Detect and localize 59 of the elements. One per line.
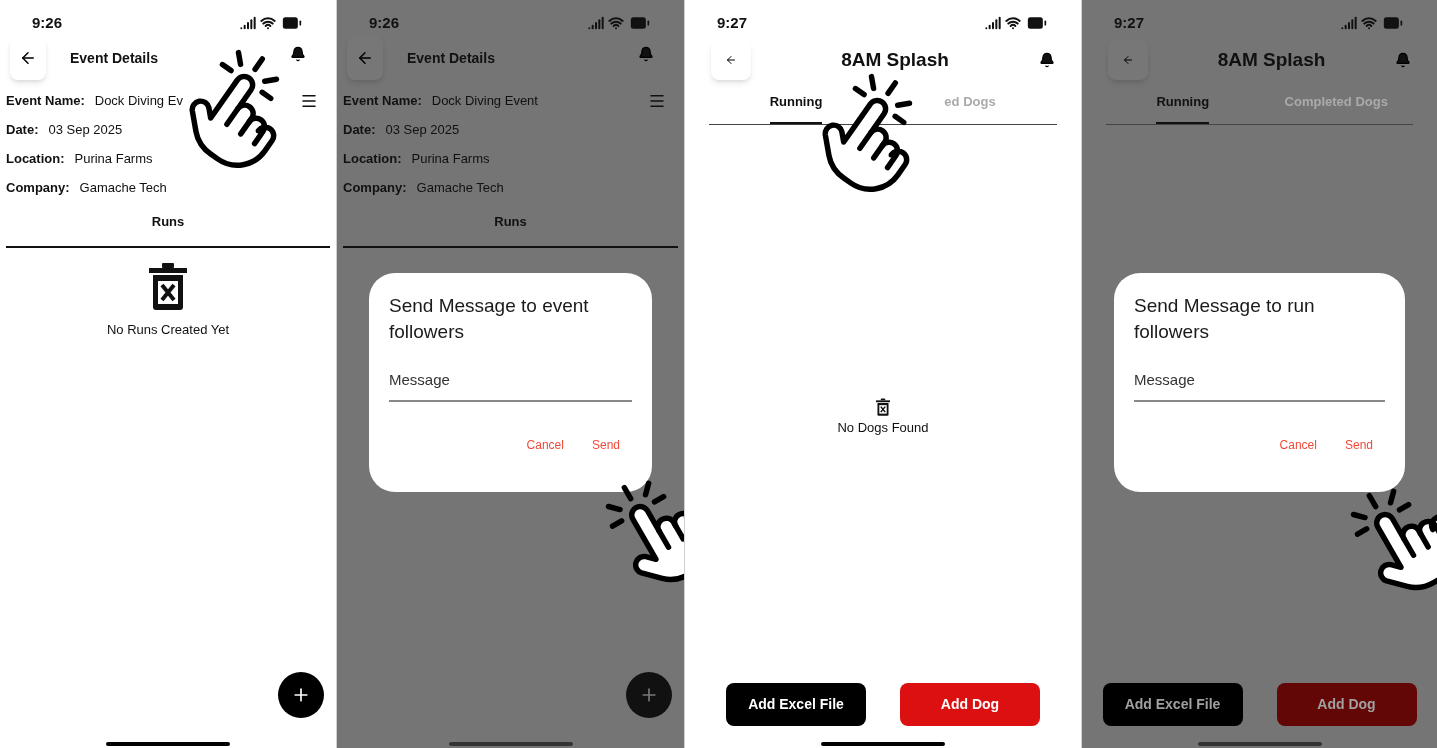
screen-title: Event Details [70,48,158,68]
trash-icon [149,261,187,310]
dialog-action[interactable]: Send [591,435,620,454]
tab[interactable]: Running [769,92,823,124]
status-time: 9:26 [369,12,400,33]
field-label: Date: [6,120,39,139]
screen-title: 8AM Splash [840,47,950,72]
action-button[interactable]: Add Dog [900,683,1040,726]
signal-icon [240,15,256,31]
runs-tab[interactable]: Runs [151,212,185,232]
field-label: Company: [6,178,70,197]
field-label: Event Name: [343,91,422,110]
trash-icon [876,397,890,416]
field-value: Purina Farms [74,149,153,168]
wifi-icon [260,15,276,31]
dialog-action[interactable]: Cancel [526,435,564,454]
field-value: 03 Sep 2025 [385,120,460,139]
message-field[interactable]: Message [1134,369,1385,402]
field-value: Purina Farms [411,149,490,168]
signal-icon [985,15,1001,31]
action-button[interactable]: Add Dog [1276,683,1417,726]
runs-tab[interactable]: Runs [494,212,527,232]
field-label: Event Name: [6,91,85,110]
field-label: Location: [343,149,402,168]
tab[interactable]: ed Dogs [944,92,996,124]
screen-title: Event Details [407,48,495,68]
empty-message: No Dogs Found [837,418,929,437]
status-time: 9:26 [32,12,63,33]
field-label: Date: [343,120,376,139]
field-value: Gamache Tech [416,178,504,197]
add-button[interactable] [278,672,324,718]
action-button[interactable]: Add Excel File [1102,683,1243,726]
signal-icon [1341,15,1357,31]
status-time: 9:27 [717,12,748,33]
field-label: Location: [6,149,65,168]
field-value: 03 Sep 2025 [48,120,123,139]
screen-title: 8AM Splash [1216,47,1327,72]
wifi-icon [1361,15,1377,31]
back-arrow-icon [1122,54,1134,66]
tab[interactable]: Running [1156,92,1210,124]
back-arrow-icon [725,54,737,66]
action-button[interactable]: Add Excel File [726,683,866,726]
status-time: 9:27 [1114,12,1145,33]
signal-icon [588,15,604,31]
wifi-icon [1005,15,1021,31]
dialog-title: Send Message to run followers [1134,294,1316,344]
field-value: Dock Diving Ev [94,91,183,110]
field-value: Gamache Tech [79,178,167,197]
wifi-icon [608,15,624,31]
dialog-action[interactable]: Cancel [1279,435,1317,454]
dialog-title: Send Message to event followers [389,294,590,344]
back-button[interactable] [10,36,46,80]
field-label: Company: [343,178,407,197]
dialog-action[interactable]: Send [1344,435,1373,454]
bell-icon[interactable] [290,46,306,62]
message-field[interactable]: Message [389,369,632,402]
bell-icon[interactable] [1039,52,1055,68]
field-value: Dock Diving Event [431,91,538,110]
empty-message: No Runs Created Yet [106,320,230,339]
